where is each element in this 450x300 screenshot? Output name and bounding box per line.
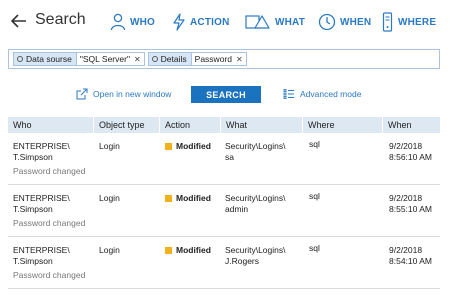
chip-key-label: Details xyxy=(160,54,187,64)
who-user: T.Simpson xyxy=(13,256,53,266)
cell-object-type: Login xyxy=(99,141,120,151)
cell-when: 9/2/2018 8:55:10 AM xyxy=(389,193,441,215)
shapes-icon xyxy=(245,15,270,29)
filter-action-button[interactable]: ACTION xyxy=(172,10,230,34)
status-indicator xyxy=(165,195,172,202)
filter-what-button[interactable]: WHAT xyxy=(245,10,305,34)
chip-key: Data sourse xyxy=(13,52,77,66)
radio-icon xyxy=(151,56,158,62)
action-label: Modified xyxy=(176,141,211,151)
open-new-window-label: Open in new window xyxy=(93,89,172,99)
bolt-icon xyxy=(173,13,185,31)
filter-when-button[interactable]: WHEN xyxy=(318,10,371,34)
advanced-mode-label: Advanced mode xyxy=(300,89,362,99)
filter-bar[interactable]: Data sourse "SQL Server" ✕ Details Passw… xyxy=(8,49,440,69)
column-header-what[interactable]: What xyxy=(221,117,303,133)
cell-what: Security\Logins\ J.Rogers xyxy=(225,245,305,267)
clock-icon xyxy=(318,13,336,31)
cell-where: sql xyxy=(309,243,320,253)
advanced-mode-link[interactable]: Advanced mode xyxy=(283,88,361,100)
chip-value: "SQL Server" ✕ xyxy=(76,52,145,66)
column-header-where[interactable]: Where xyxy=(303,117,383,133)
filter-where-label: WHERE xyxy=(398,16,437,28)
table-header: Who Object type Action What Where When xyxy=(8,117,440,133)
action-label: Modified xyxy=(176,193,211,203)
back-arrow-icon[interactable] xyxy=(10,12,28,30)
filter-action-label: ACTION xyxy=(190,16,230,28)
page-title: Search xyxy=(35,11,86,28)
column-header-when[interactable]: When xyxy=(383,117,440,133)
who-domain: ENTERPRISE\ xyxy=(13,141,70,151)
filter-chip-details[interactable]: Details Password ✕ xyxy=(147,52,247,66)
row-detail: Password changed xyxy=(13,270,86,280)
cell-action: Modified xyxy=(165,245,225,256)
when-time: 8:56:10 AM xyxy=(389,152,433,162)
who-domain: ENTERPRISE\ xyxy=(13,245,70,255)
radio-icon xyxy=(17,56,23,62)
list-settings-icon xyxy=(283,89,294,99)
when-time: 8:55:10 AM xyxy=(389,204,433,214)
filter-chip-data-source[interactable]: Data sourse "SQL Server" ✕ xyxy=(13,52,145,66)
cell-when: 9/2/2018 8:56:10 AM xyxy=(389,141,441,163)
cell-who: ENTERPRISE\ T.Simpson xyxy=(13,141,93,163)
cell-what: Security\Logins\ admin xyxy=(225,193,305,215)
what-object: admin xyxy=(225,204,249,214)
chip-value: Password ✕ xyxy=(191,52,247,66)
chip-key-label: Data sourse xyxy=(26,54,72,64)
filter-who-button[interactable]: WHO xyxy=(110,10,155,34)
when-time: 8:54:10 AM xyxy=(389,256,433,266)
when-date: 9/2/2018 xyxy=(389,141,423,151)
column-header-action[interactable]: Action xyxy=(160,117,221,133)
status-indicator xyxy=(165,247,172,254)
cell-action: Modified xyxy=(165,141,225,152)
search-button[interactable]: SEARCH xyxy=(191,86,261,103)
what-object: sa xyxy=(225,152,234,162)
when-date: 9/2/2018 xyxy=(389,193,423,203)
remove-chip-icon[interactable]: ✕ xyxy=(134,55,141,64)
remove-chip-icon[interactable]: ✕ xyxy=(236,55,243,64)
who-user: T.Simpson xyxy=(13,152,53,162)
cell-what: Security\Logins\ sa xyxy=(225,141,305,163)
cell-where: sql xyxy=(309,191,320,201)
cell-when: 9/2/2018 8:54:10 AM xyxy=(389,245,441,267)
table-row[interactable]: ENTERPRISE\ T.Simpson Login Modified Sec… xyxy=(8,237,440,289)
cell-who: ENTERPRISE\ T.Simpson xyxy=(13,193,93,215)
row-detail: Password changed xyxy=(13,166,86,176)
top-bar: Search WHO ACTION WHAT WHEN WHERE xyxy=(0,0,450,44)
filter-who-label: WHO xyxy=(130,16,156,28)
results-table: Who Object type Action What Where When E… xyxy=(8,117,440,289)
chip-value-label: "SQL Server" xyxy=(79,54,130,64)
server-icon xyxy=(382,12,393,32)
table-row[interactable]: ENTERPRISE\ T.Simpson Login Modified Sec… xyxy=(8,185,440,237)
filter-what-label: WHAT xyxy=(275,16,306,28)
who-user: T.Simpson xyxy=(13,204,53,214)
external-link-icon xyxy=(76,88,88,100)
filter-where-button[interactable]: WHERE xyxy=(382,10,436,34)
column-header-who[interactable]: Who xyxy=(8,117,94,133)
cell-where: sql xyxy=(309,139,320,149)
filter-when-label: WHEN xyxy=(340,16,372,28)
chip-value-label: Password xyxy=(194,54,232,64)
open-new-window-link[interactable]: Open in new window xyxy=(76,88,171,100)
cell-object-type: Login xyxy=(99,245,120,255)
cell-object-type: Login xyxy=(99,193,120,203)
what-object: J.Rogers xyxy=(225,256,260,266)
cell-action: Modified xyxy=(165,193,225,204)
when-date: 9/2/2018 xyxy=(389,245,423,255)
what-path: Security\Logins\ xyxy=(225,245,286,255)
row-detail: Password changed xyxy=(13,218,86,228)
what-path: Security\Logins\ xyxy=(225,193,286,203)
what-path: Security\Logins\ xyxy=(225,141,286,151)
user-icon xyxy=(110,13,126,31)
action-label: Modified xyxy=(176,245,211,255)
column-header-object-type[interactable]: Object type xyxy=(94,117,160,133)
who-domain: ENTERPRISE\ xyxy=(13,193,70,203)
status-indicator xyxy=(165,143,172,150)
chip-key: Details xyxy=(147,52,192,66)
table-row[interactable]: ENTERPRISE\ T.Simpson Login Modified Sec… xyxy=(8,133,440,185)
cell-who: ENTERPRISE\ T.Simpson xyxy=(13,245,93,267)
